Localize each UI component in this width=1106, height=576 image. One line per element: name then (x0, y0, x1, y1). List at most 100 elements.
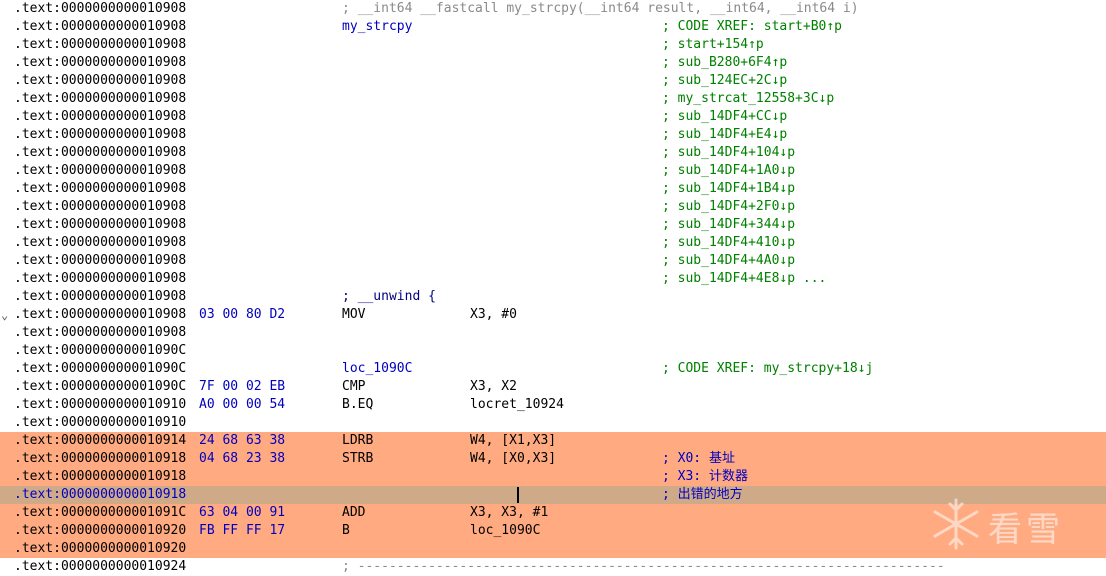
comment: ; sub_14DF4+E4↓p (662, 127, 788, 142)
address: .text:0000000000010908 (14, 91, 187, 106)
listing-row[interactable]: .text:0000000000010908 ; sub_B280+6F4↑p (0, 54, 1106, 72)
listing-row[interactable]: .text:0000000000010908 ; sub_14DF4+4A0↓p (0, 252, 1106, 270)
comment: ; sub_14DF4+4A0↓p (662, 253, 796, 268)
text-cursor (517, 487, 519, 503)
address: .text:0000000000010908 (14, 235, 187, 250)
listing-row[interactable]: .text:0000000000010908 ; sub_14DF4+1A0↓p (0, 162, 1106, 180)
comment: ; CODE XREF: my_strcpy+18↓j (662, 361, 874, 376)
address: .text:0000000000010920 (14, 541, 187, 556)
address: .text:0000000000010910 (14, 415, 187, 430)
opcode-bytes: 03 00 80 D2 (199, 307, 286, 322)
listing-row[interactable]: .text:0000000000010908 ; sub_14DF4+CC↓p (0, 108, 1106, 126)
operands: X3, X3, #1 (470, 505, 549, 520)
label: loc_1090C (342, 361, 413, 376)
address: .text:0000000000010918 (14, 451, 187, 466)
address: .text:0000000000010908 (14, 109, 187, 124)
mnemonic: ADD (342, 505, 366, 520)
listing-row[interactable]: ⌄ .text:0000000000010908 03 00 80 D2 MOV X3,… (0, 306, 1106, 324)
address: .text:000000000001090C (14, 343, 187, 358)
address: .text:000000000001090C (14, 379, 187, 394)
listing-row[interactable]: .text:0000000000010908 ; sub_14DF4+E4↓p (0, 126, 1106, 144)
listing-row[interactable]: .text:0000000000010924 ; ----------------… (0, 558, 1106, 576)
watermark: 看雪 (928, 496, 1098, 552)
address: .text:0000000000010908 (14, 271, 187, 286)
listing-row[interactable]: .text:000000000001090C loc_1090C ; CODE XR… (0, 360, 1106, 378)
operands: X3, X2 (470, 379, 517, 394)
label: ; --------------------------------------… (342, 559, 945, 574)
fold-toggle-icon: ⌄ (1, 308, 9, 322)
listing-row[interactable]: .text:0000000000010918 ; X3: 计数器 (0, 468, 1106, 486)
listing-row[interactable]: .text:0000000000010910 A0 00 00 54 B.EQ loc… (0, 396, 1106, 414)
mnemonic: LDRB (342, 433, 374, 448)
comment: ; sub_14DF4+2F0↓p (662, 199, 796, 214)
address: .text:0000000000010908 (14, 199, 187, 214)
listing-row[interactable]: .text:0000000000010918 04 68 23 38 STRB W4,… (0, 450, 1106, 468)
label: ; __unwind { (342, 289, 436, 304)
address: .text:000000000001091C (14, 505, 187, 520)
mnemonic: B (342, 523, 350, 538)
address: .text:0000000000010924 (14, 559, 187, 574)
listing-row[interactable]: .text:0000000000010908 my_strcpy ; CODE XR… (0, 18, 1106, 36)
listing-row[interactable]: .text:000000000001090C (0, 342, 1106, 360)
address: .text:0000000000010908 (14, 289, 187, 304)
opcode-bytes: 7F 00 02 EB (199, 379, 286, 394)
operands: locret_10924 (470, 397, 564, 412)
address: .text:0000000000010918 (14, 469, 187, 484)
operands: X3, #0 (470, 307, 517, 322)
opcode-bytes: A0 00 00 54 (199, 397, 286, 412)
listing-row[interactable]: .text:0000000000010910 (0, 414, 1106, 432)
address: .text:0000000000010918 (14, 487, 187, 502)
operands: W4, [X0,X3] (470, 451, 557, 466)
comment: ; CODE XREF: start+B0↑p (662, 19, 843, 34)
listing-row[interactable]: .text:0000000000010908 ; sub_14DF4+2F0↓p (0, 198, 1106, 216)
comment: ; sub_14DF4+4E8↓p ... (662, 271, 827, 286)
listing-row[interactable]: .text:0000000000010908 (0, 324, 1106, 342)
address: .text:0000000000010908 (14, 145, 187, 160)
label: ; __int64 __fastcall my_strcpy(__int64 r… (342, 1, 859, 16)
listing-row[interactable]: .text:0000000000010914 24 68 63 38 LDRB W4,… (0, 432, 1106, 450)
address: .text:0000000000010920 (14, 523, 187, 538)
address: .text:0000000000010908 (14, 325, 187, 340)
address: .text:0000000000010908 (14, 55, 187, 70)
watermark-text: 看雪 (988, 510, 1064, 550)
address: .text:0000000000010908 (14, 163, 187, 178)
comment: ; X3: 计数器 (662, 469, 748, 484)
listing-row[interactable]: .text:0000000000010908 ; sub_124EC+2C↓p (0, 72, 1106, 90)
comment: ; sub_14DF4+410↓p (662, 235, 796, 250)
snowflake-icon (933, 498, 979, 550)
address: .text:0000000000010908 (14, 37, 187, 52)
comment: ; sub_B280+6F4↑p (662, 55, 788, 70)
comment: ; sub_124EC+2C↓p (662, 73, 788, 88)
comment: ; sub_14DF4+1A0↓p (662, 163, 796, 178)
mnemonic: CMP (342, 379, 366, 394)
listing-row[interactable]: .text:0000000000010908 ; my_strcat_12558+… (0, 90, 1106, 108)
listing-row[interactable]: .text:0000000000010908 ; __int64 __fastca… (0, 0, 1106, 18)
opcode-bytes: 04 68 23 38 (199, 451, 286, 466)
address: .text:0000000000010908 (14, 73, 187, 88)
opcode-bytes: 24 68 63 38 (199, 433, 286, 448)
listing-row[interactable]: .text:0000000000010908 ; sub_14DF4+410↓p (0, 234, 1106, 252)
address: .text:0000000000010910 (14, 397, 187, 412)
comment: ; sub_14DF4+104↓p (662, 145, 796, 160)
opcode-bytes: FB FF FF 17 (199, 523, 286, 538)
address: .text:000000000001090C (14, 361, 187, 376)
disassembly-listing[interactable]: .text:0000000000010908 ; __int64 __fastca… (0, 0, 1106, 576)
listing-row[interactable]: .text:0000000000010908 ; sub_14DF4+344↓p (0, 216, 1106, 234)
listing-row[interactable]: .text:0000000000010908 ; sub_14DF4+4E8↓p … (0, 270, 1106, 288)
listing-row[interactable]: .text:0000000000010908 ; sub_14DF4+104↓p (0, 144, 1106, 162)
listing-row[interactable]: .text:000000000001090C 7F 00 02 EB CMP X3, … (0, 378, 1106, 396)
listing-row[interactable]: .text:0000000000010908 ; start+154↑p (0, 36, 1106, 54)
address: .text:0000000000010908 (14, 253, 187, 268)
label: my_strcpy (342, 19, 413, 34)
comment: ; sub_14DF4+1B4↓p (662, 181, 796, 196)
comment: ; 出错的地方 (662, 487, 743, 502)
address: .text:0000000000010914 (14, 433, 187, 448)
listing-row[interactable]: .text:0000000000010908 ; sub_14DF4+1B4↓p (0, 180, 1106, 198)
address: .text:0000000000010908 (14, 1, 187, 16)
operands: W4, [X1,X3] (470, 433, 557, 448)
listing-row[interactable]: .text:0000000000010908 ; __unwind { (0, 288, 1106, 306)
comment: ; sub_14DF4+CC↓p (662, 109, 788, 124)
address: .text:0000000000010908 (14, 181, 187, 196)
mnemonic: MOV (342, 307, 366, 322)
address: .text:0000000000010908 (14, 217, 187, 232)
